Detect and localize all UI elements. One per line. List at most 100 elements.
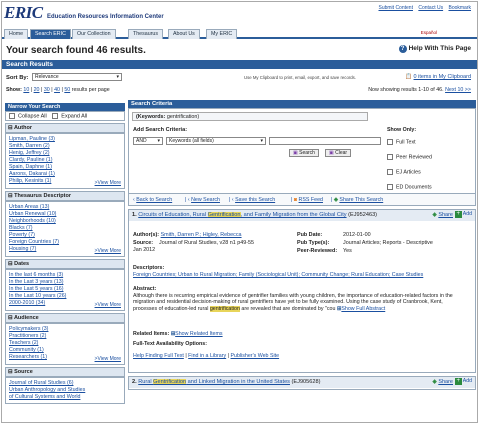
tab-about-us[interactable]: About Us — [168, 29, 200, 39]
facet-item[interactable]: Smith, Darren (2) — [9, 143, 121, 150]
show-only-fulltext[interactable]: Full Text — [387, 139, 467, 145]
save-search-link[interactable]: | ‹ Save this Search — [229, 197, 275, 203]
show-abstract-link[interactable]: ⊞Show Full Abstract — [337, 306, 385, 312]
clipboard-link[interactable]: 📋 0 items in My Clipboard — [405, 74, 471, 80]
publisher-site-link[interactable]: Publisher's Web Site — [230, 353, 279, 359]
contact-us-link[interactable]: Contact Us — [418, 5, 443, 11]
facet-item[interactable]: Journal of Rural Studies (6) — [9, 380, 121, 387]
help-button[interactable]: ? Help With This Page — [398, 45, 471, 53]
facet-item[interactable]: In the Last 3 years (13) — [9, 279, 121, 286]
result-related: Related Items: ⊞Show Related Items — [133, 331, 223, 337]
facet-item[interactable]: Policymakers (3) — [9, 326, 121, 333]
tab-our-collection[interactable]: Our Collection — [72, 29, 116, 39]
result-peer: Peer-Reviewed: Yes — [297, 248, 352, 254]
facet-item[interactable]: In the Last 5 years (16) — [9, 286, 121, 293]
add-button[interactable]: + Add — [454, 378, 472, 385]
facet-item[interactable]: In the Last 10 years (26) — [9, 293, 121, 300]
facet-item[interactable]: Spain, Daphne (1) — [9, 164, 121, 171]
search-criteria-box: (Keywords: gentrification) Add Search Cr… — [128, 108, 476, 194]
share-icon: ◈ — [432, 212, 437, 218]
facet-dates-header[interactable]: ⊟ Dates — [5, 259, 125, 270]
clear-icon: ▣ — [329, 150, 334, 156]
add-button[interactable]: + Add — [454, 211, 472, 218]
result-title[interactable]: 1. Circuits of Education, Rural Gentrifi… — [129, 210, 475, 221]
facet-audience: Policymakers (3) Practitioners (2) Teach… — [5, 323, 125, 366]
facet-item[interactable]: Aarons, Dakarai (1) — [9, 171, 121, 178]
facet-item[interactable]: In the last 6 months (3) — [9, 272, 121, 279]
facet-item[interactable]: Poverty (7) — [9, 232, 121, 239]
tab-thesaurus[interactable]: Thesaurus — [128, 29, 164, 39]
help-full-text-link[interactable]: Help Finding Full Text — [133, 353, 184, 359]
narrow-title: Narrow Your Search — [5, 103, 125, 111]
find-library-link[interactable]: Find in a Library — [188, 353, 226, 359]
facet-item[interactable]: Community (1) — [9, 347, 121, 354]
show-only-peer[interactable]: Peer Reviewed — [387, 154, 467, 160]
search-button[interactable]: ▣ Search — [289, 149, 319, 157]
language-link[interactable]: Español — [421, 30, 437, 35]
field-select[interactable]: Keywords (all fields) ▾ — [166, 137, 266, 145]
facet-item[interactable]: Clardy, Pauline (1) — [9, 157, 121, 164]
related-link[interactable]: ⊞Show Related Items — [171, 331, 223, 337]
facet-item[interactable]: Lipman, Pauline (3) — [9, 136, 121, 143]
narrow-controls: Collapse All Expand All — [5, 111, 125, 122]
boolean-select[interactable]: AND ▾ — [133, 137, 163, 145]
result-title[interactable]: 2. Rural Gentrification and Linked Migra… — [129, 377, 475, 388]
search-actions: ‹ Back to Search | ‹ New Search | ‹ Save… — [128, 194, 476, 206]
facet-item[interactable]: Foreign Countries (7) — [9, 239, 121, 246]
show-only-ej[interactable]: EJ Articles — [387, 169, 467, 175]
facet-descriptor-header[interactable]: ⊟ Thesaurus Descriptor — [5, 191, 125, 202]
show-only-label: Show Only: — [387, 127, 417, 133]
facet-item[interactable]: Urban Anthropology and Studies — [9, 387, 121, 394]
facet-item[interactable]: Neighborhoods (10) — [9, 218, 121, 225]
sort-row: Sort By: Relevance ▾ Use My Clipboard to … — [2, 72, 477, 83]
share-button[interactable]: ◈ Share — [433, 379, 453, 386]
facet-item[interactable]: Teachers (2) — [9, 340, 121, 347]
share-search-link[interactable]: | ◈ Share This Search — [331, 197, 383, 203]
logo-subtitle: Education Resources Information Center — [47, 14, 164, 20]
criteria-input[interactable] — [269, 137, 381, 145]
tab-home[interactable]: Home — [4, 29, 29, 39]
new-search-link[interactable]: | ‹ New Search — [185, 197, 220, 203]
ed-checkbox — [387, 184, 393, 190]
help-label: Help With This Page — [408, 45, 471, 52]
facet-item[interactable]: of Cultural Systems and World — [9, 394, 121, 401]
facet-item[interactable]: Urban Areas (13) — [9, 204, 121, 211]
per-page-40[interactable]: 40 — [54, 87, 60, 93]
result-item: 2. Rural Gentrification and Linked Migra… — [128, 376, 476, 390]
collapse-all-checkbox[interactable] — [9, 113, 15, 119]
facet-audience-header[interactable]: ⊟ Audience — [5, 313, 125, 324]
facet-item[interactable]: Practitioners (2) — [9, 333, 121, 340]
sort-value: Relevance — [35, 74, 59, 80]
share-button[interactable]: ◈ Share — [433, 212, 453, 219]
facet-item[interactable]: Urban Renewal (10) — [9, 211, 121, 218]
rss-icon: ◙ — [293, 197, 298, 203]
result-fulltext-links: Help Finding Full Text | Find in a Libra… — [133, 353, 280, 359]
per-page-20[interactable]: 20 — [34, 87, 40, 93]
facet-author-header[interactable]: ⊟ Author — [5, 123, 125, 134]
back-to-search-link[interactable]: ‹ Back to Search — [133, 197, 172, 203]
facet-item[interactable]: Blacks (7) — [9, 225, 121, 232]
expand-all-checkbox[interactable] — [52, 113, 59, 119]
per-page-10[interactable]: 10 — [23, 87, 29, 93]
result-fulltext-label: Full-Text Availability Options: — [133, 341, 207, 347]
submit-content-link[interactable]: Submit Content — [379, 5, 413, 11]
show-only-ed[interactable]: ED Documents — [387, 184, 467, 190]
next-link[interactable]: Next 10 >> — [445, 87, 471, 93]
rss-feed-link[interactable]: | ◙ RSS Feed — [291, 197, 323, 203]
clear-button[interactable]: ▣ Clear — [325, 149, 352, 157]
chevron-down-icon: ▾ — [157, 138, 160, 144]
result-pubtype: Pub Type(s): Journal Articles; Reports - … — [297, 240, 433, 246]
sort-select[interactable]: Relevance ▾ — [32, 73, 122, 81]
chevron-down-icon: ▾ — [116, 74, 119, 80]
peer-checkbox — [387, 154, 393, 160]
tab-search-eric[interactable]: Search ERIC — [30, 29, 71, 39]
bookmark-link[interactable]: Bookmark — [448, 5, 471, 11]
facet-source-header[interactable]: ⊟ Source — [5, 367, 125, 378]
tab-my-eric[interactable]: My ERIC — [206, 29, 238, 39]
per-page-30[interactable]: 30 — [44, 87, 50, 93]
site-header: ERIC Education Resources Information Cen… — [2, 2, 477, 29]
eric-logo[interactable]: ERIC — [4, 3, 43, 23]
facet-item[interactable]: Henig, Jeffrey (2) — [9, 150, 121, 157]
per-page-50[interactable]: 50 — [64, 87, 70, 93]
narrow-search-panel: Narrow Your Search Collapse All Expand A… — [5, 100, 125, 422]
